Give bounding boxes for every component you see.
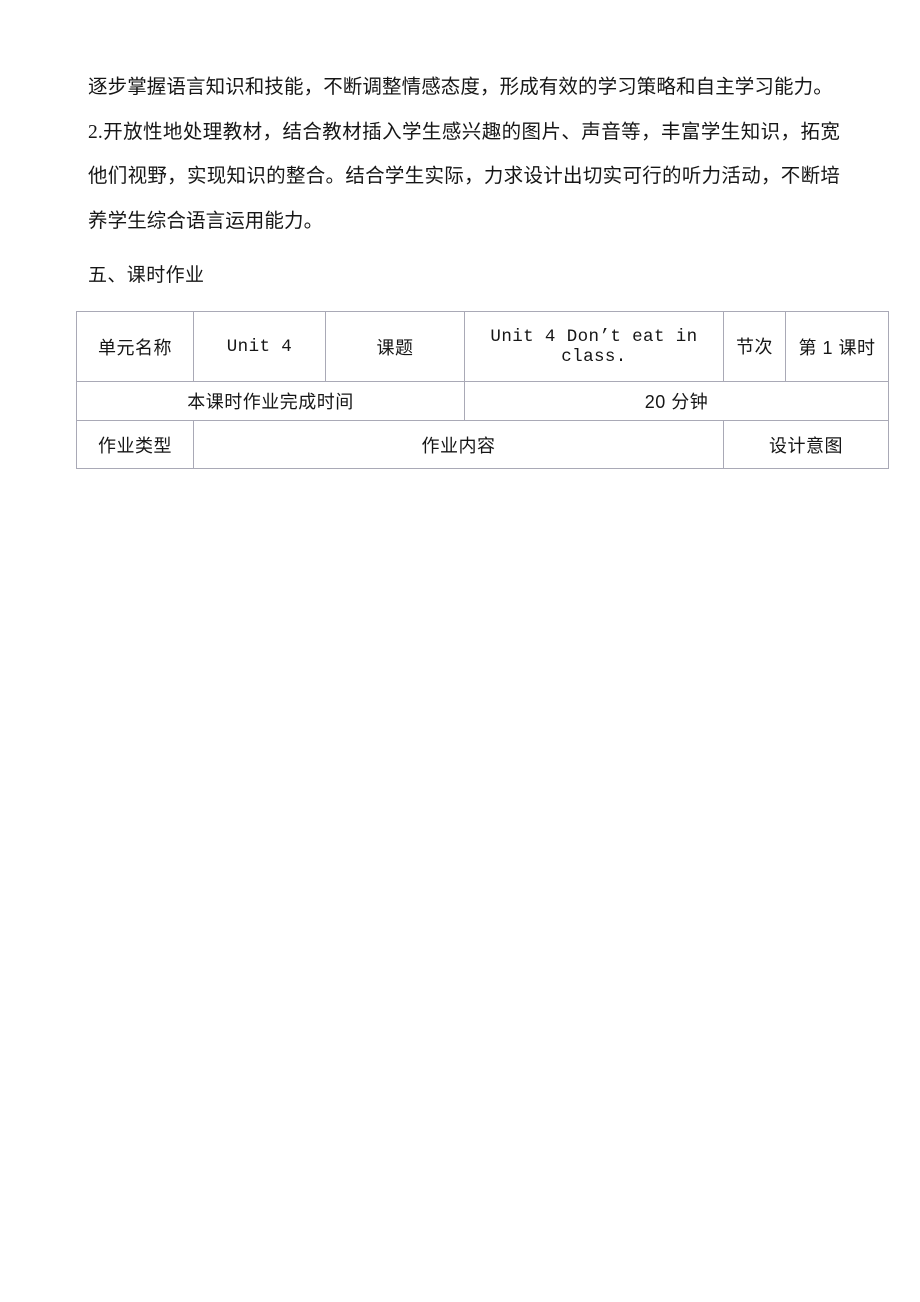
cell-unit-name-label: 单元名称 <box>76 311 194 382</box>
table-row-column-headers: 作业类型 作业内容 设计意图 <box>76 420 889 469</box>
cell-period-value: 第 1 课时 <box>785 311 889 382</box>
cell-topic-value: Unit 4 Don’t eat in class. <box>464 311 724 382</box>
document-page: 逐步掌握语言知识和技能，不断调整情感态度，形成有效的学习策略和自主学习能力。 2… <box>0 0 920 1302</box>
cell-homework-type-label: 作业类型 <box>76 420 194 469</box>
table-row-duration: 本课时作业完成时间 20 分钟 <box>76 381 889 421</box>
paragraph-item-2: 2.开放性地处理教材，结合教材插入学生感兴趣的图片、声音等，丰富学生知识，拓宽他… <box>88 121 840 232</box>
cell-homework-content-label: 作业内容 <box>193 420 724 469</box>
cell-period-label: 节次 <box>723 311 786 382</box>
cell-unit-name-value: Unit 4 <box>193 311 326 382</box>
cell-duration-label: 本课时作业完成时间 <box>76 381 465 421</box>
homework-table: 单元名称 Unit 4 课题 Unit 4 Don’t eat in class… <box>76 311 889 469</box>
paragraph-continuation: 逐步掌握语言知识和技能，不断调整情感态度，形成有效的学习策略和自主学习能力。 <box>88 77 833 98</box>
document-body: 逐步掌握语言知识和技能，不断调整情感态度，形成有效的学习策略和自主学习能力。 2… <box>88 66 840 304</box>
homework-table-container: 单元名称 Unit 4 课题 Unit 4 Don’t eat in class… <box>76 311 889 469</box>
cell-design-intent-label: 设计意图 <box>723 420 889 469</box>
section-heading-homework: 五、课时作业 <box>88 265 205 286</box>
cell-topic-label: 课题 <box>325 311 465 382</box>
table-row-unit-info: 单元名称 Unit 4 课题 Unit 4 Don’t eat in class… <box>76 311 889 382</box>
cell-duration-value: 20 分钟 <box>464 381 889 421</box>
